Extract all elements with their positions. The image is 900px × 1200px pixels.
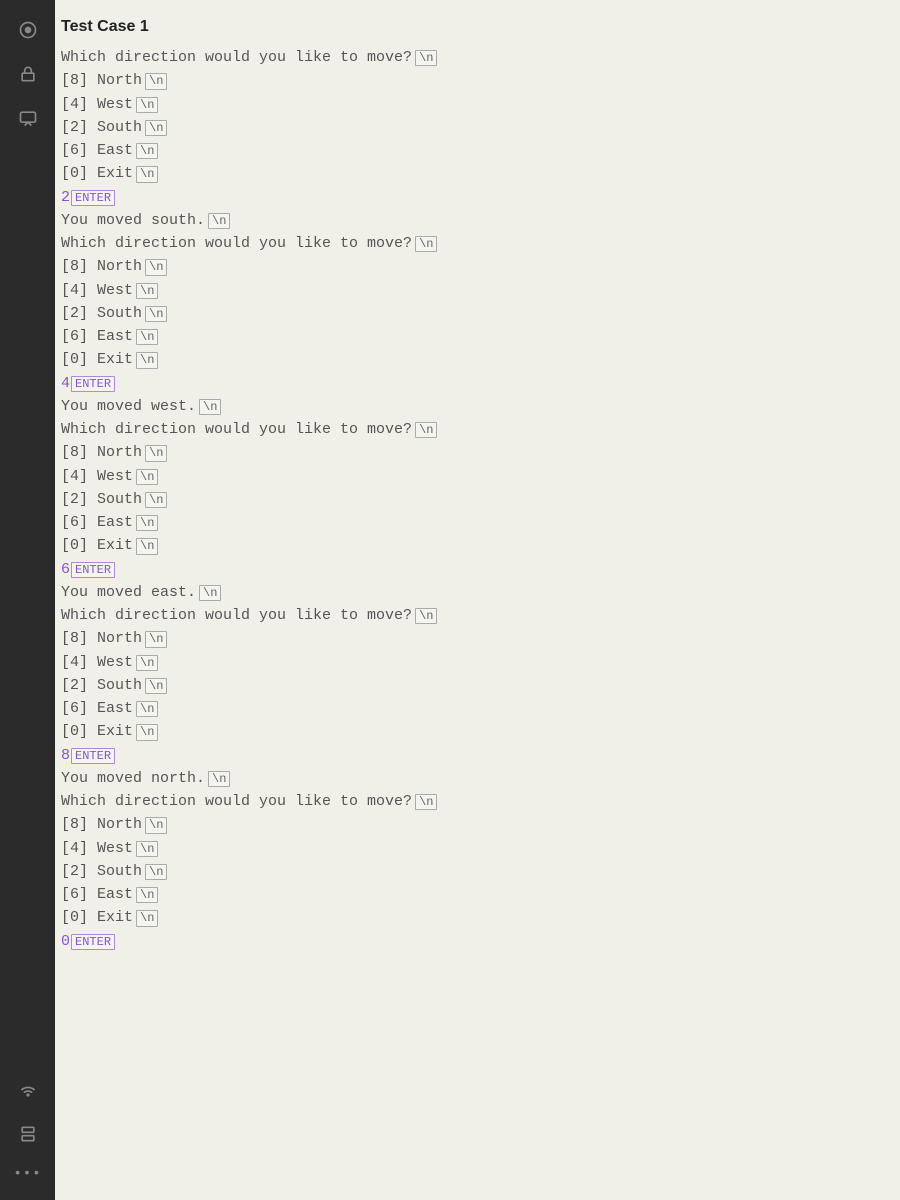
newline-tag: \n bbox=[145, 120, 167, 136]
input-value: 8 bbox=[61, 747, 70, 764]
output-line: Which direction would you like to move?\… bbox=[61, 232, 900, 255]
enter-tag: ENTER bbox=[71, 376, 115, 392]
user-input-line: 0ENTER bbox=[61, 930, 900, 953]
output-line: [8] North\n bbox=[61, 441, 900, 464]
wifi-icon[interactable] bbox=[16, 1078, 40, 1102]
newline-tag: \n bbox=[136, 166, 158, 182]
newline-tag: \n bbox=[415, 608, 437, 624]
newline-tag: \n bbox=[136, 910, 158, 926]
lock-icon[interactable] bbox=[16, 62, 40, 86]
newline-tag: \n bbox=[415, 794, 437, 810]
newline-tag: \n bbox=[208, 771, 230, 787]
newline-tag: \n bbox=[415, 422, 437, 438]
user-input-line: 8ENTER bbox=[61, 744, 900, 767]
output-line: [8] North\n bbox=[61, 255, 900, 278]
newline-tag: \n bbox=[136, 701, 158, 717]
newline-tag: \n bbox=[145, 73, 167, 89]
newline-tag: \n bbox=[145, 631, 167, 647]
output-line: [2] South\n bbox=[61, 488, 900, 511]
output-line: [4] West\n bbox=[61, 837, 900, 860]
enter-tag: ENTER bbox=[71, 748, 115, 764]
output-line: [2] South\n bbox=[61, 116, 900, 139]
newline-tag: \n bbox=[136, 143, 158, 159]
output-line: You moved east.\n bbox=[61, 581, 900, 604]
console-output: Which direction would you like to move?\… bbox=[55, 46, 900, 953]
output-line: [0] Exit\n bbox=[61, 348, 900, 371]
output-line: [2] South\n bbox=[61, 302, 900, 325]
newline-tag: \n bbox=[145, 817, 167, 833]
test-case-title: Test Case 1 bbox=[61, 18, 900, 46]
activity-sidebar: ••• bbox=[0, 0, 55, 1200]
input-value: 0 bbox=[61, 933, 70, 950]
output-line: [4] West\n bbox=[61, 93, 900, 116]
output-line: [0] Exit\n bbox=[61, 906, 900, 929]
user-input-line: 2ENTER bbox=[61, 186, 900, 209]
enter-tag: ENTER bbox=[71, 562, 115, 578]
output-line: [4] West\n bbox=[61, 279, 900, 302]
newline-tag: \n bbox=[136, 283, 158, 299]
newline-tag: \n bbox=[199, 585, 221, 601]
output-line: [8] North\n bbox=[61, 627, 900, 650]
chat-icon[interactable] bbox=[16, 106, 40, 130]
newline-tag: \n bbox=[145, 492, 167, 508]
output-line: Which direction would you like to move?\… bbox=[61, 604, 900, 627]
newline-tag: \n bbox=[136, 469, 158, 485]
newline-tag: \n bbox=[145, 864, 167, 880]
newline-tag: \n bbox=[136, 329, 158, 345]
output-line: Which direction would you like to move?\… bbox=[61, 46, 900, 69]
newline-tag: \n bbox=[136, 97, 158, 113]
newline-tag: \n bbox=[136, 515, 158, 531]
newline-tag: \n bbox=[208, 213, 230, 229]
newline-tag: \n bbox=[136, 887, 158, 903]
output-line: [0] Exit\n bbox=[61, 720, 900, 743]
output-line: [4] West\n bbox=[61, 651, 900, 674]
newline-tag: \n bbox=[415, 236, 437, 252]
server-icon[interactable] bbox=[16, 1122, 40, 1146]
input-value: 6 bbox=[61, 561, 70, 578]
output-line: Which direction would you like to move?\… bbox=[61, 790, 900, 813]
user-input-line: 6ENTER bbox=[61, 558, 900, 581]
main-panel: Test Case 1 Which direction would you li… bbox=[55, 0, 900, 1200]
output-line: [6] East\n bbox=[61, 883, 900, 906]
output-line: You moved south.\n bbox=[61, 209, 900, 232]
output-line: [8] North\n bbox=[61, 813, 900, 836]
output-line: [0] Exit\n bbox=[61, 534, 900, 557]
output-line: [6] East\n bbox=[61, 511, 900, 534]
user-input-line: 4ENTER bbox=[61, 372, 900, 395]
newline-tag: \n bbox=[199, 399, 221, 415]
newline-tag: \n bbox=[145, 678, 167, 694]
enter-tag: ENTER bbox=[71, 190, 115, 206]
enter-tag: ENTER bbox=[71, 934, 115, 950]
newline-tag: \n bbox=[136, 538, 158, 554]
output-line: [6] East\n bbox=[61, 139, 900, 162]
newline-tag: \n bbox=[136, 655, 158, 671]
ellipsis-icon[interactable]: ••• bbox=[13, 1166, 41, 1182]
newline-tag: \n bbox=[145, 259, 167, 275]
output-line: [4] West\n bbox=[61, 465, 900, 488]
target-icon[interactable] bbox=[16, 18, 40, 42]
output-line: [2] South\n bbox=[61, 860, 900, 883]
output-line: You moved north.\n bbox=[61, 767, 900, 790]
input-value: 2 bbox=[61, 189, 70, 206]
newline-tag: \n bbox=[145, 445, 167, 461]
newline-tag: \n bbox=[136, 841, 158, 857]
newline-tag: \n bbox=[136, 724, 158, 740]
newline-tag: \n bbox=[136, 352, 158, 368]
output-line: [6] East\n bbox=[61, 325, 900, 348]
newline-tag: \n bbox=[145, 306, 167, 322]
output-line: You moved west.\n bbox=[61, 395, 900, 418]
output-line: [0] Exit\n bbox=[61, 162, 900, 185]
output-line: [2] South\n bbox=[61, 674, 900, 697]
output-line: [6] East\n bbox=[61, 697, 900, 720]
output-line: Which direction would you like to move?\… bbox=[61, 418, 900, 441]
newline-tag: \n bbox=[415, 50, 437, 66]
output-line: [8] North\n bbox=[61, 69, 900, 92]
input-value: 4 bbox=[61, 375, 70, 392]
